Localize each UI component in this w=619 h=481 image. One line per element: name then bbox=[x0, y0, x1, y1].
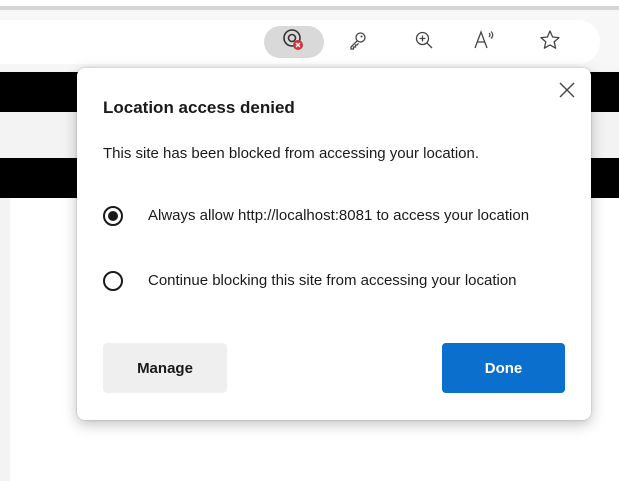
dialog-title: Location access denied bbox=[103, 98, 295, 117]
window-top-border bbox=[0, 0, 619, 10]
dialog-description: This site has been blocked from accessin… bbox=[103, 145, 480, 162]
manage-button[interactable]: Manage bbox=[103, 343, 227, 393]
close-icon bbox=[558, 81, 576, 104]
option-label-always-allow: Always allow http://localhost:8081 to ac… bbox=[148, 207, 530, 224]
zoom-in-icon bbox=[414, 30, 434, 55]
location-permission-dialog: Location access denied This site has bee… bbox=[77, 68, 591, 420]
option-always-allow[interactable]: Always allow http://localhost:8081 to ac… bbox=[103, 205, 563, 227]
favorite-star-icon bbox=[539, 29, 561, 56]
radio-continue-blocking[interactable] bbox=[103, 271, 123, 291]
location-permission-button[interactable] bbox=[264, 26, 324, 58]
close-button[interactable] bbox=[555, 80, 579, 104]
location-blocked-icon bbox=[281, 27, 307, 58]
done-button[interactable]: Done bbox=[442, 343, 565, 393]
option-continue-blocking[interactable]: Continue blocking this site from accessi… bbox=[103, 270, 563, 292]
key-icon bbox=[348, 30, 368, 55]
passwords-button[interactable] bbox=[342, 26, 374, 58]
favorites-button[interactable] bbox=[534, 26, 566, 58]
radio-selected-dot bbox=[108, 211, 118, 221]
zoom-button[interactable] bbox=[408, 26, 440, 58]
read-aloud-button[interactable] bbox=[469, 26, 501, 58]
read-aloud-icon bbox=[473, 29, 497, 55]
radio-always-allow[interactable] bbox=[103, 206, 123, 226]
option-label-continue-blocking: Continue blocking this site from accessi… bbox=[148, 272, 517, 289]
